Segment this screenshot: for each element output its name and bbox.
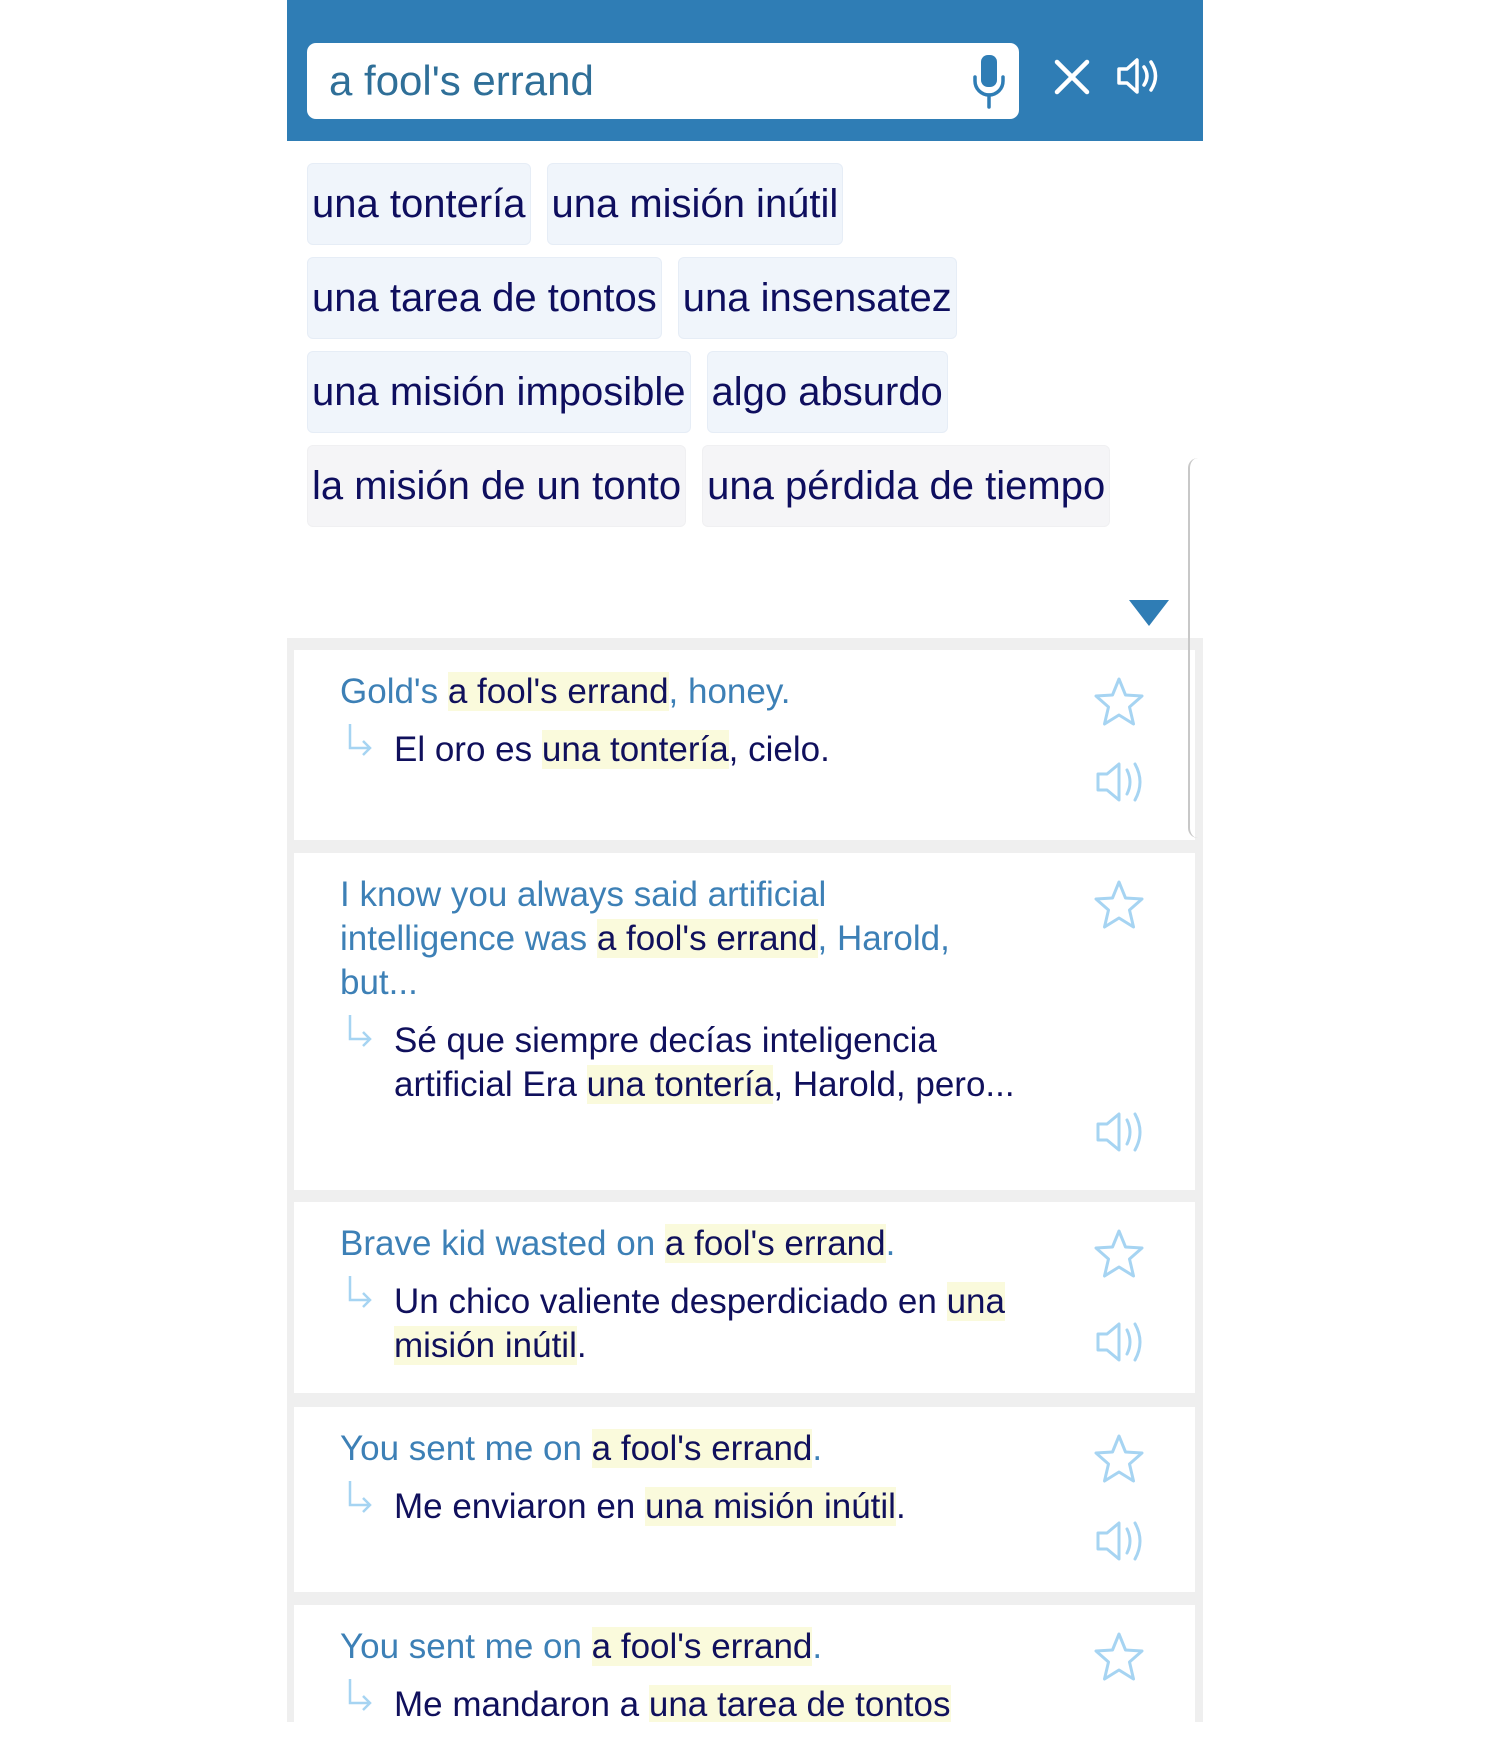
translation-chip[interactable]: una misión imposible <box>307 351 691 433</box>
chip-row: la misión de un tonto una pérdida de tie… <box>307 445 1187 527</box>
speaker-icon[interactable] <box>1094 1108 1150 1156</box>
source-sentence: Brave kid wasted on a fool's errand. <box>340 1222 980 1266</box>
translation-chip[interactable]: una misión inútil <box>546 163 844 245</box>
translation-chips: una tontería una misión inútil una tarea… <box>307 163 1187 539</box>
target-sentence: Sé que siempre decías inteligencia artif… <box>394 1019 1034 1107</box>
sentence-text: Gold's <box>340 672 448 711</box>
scrollbar[interactable] <box>1188 458 1198 838</box>
examples-list: Gold's a fool's errand, honey. El oro es… <box>287 638 1203 1722</box>
highlighted-phrase: una tarea de tontos <box>648 1685 951 1722</box>
sentence-text: , cielo. <box>728 730 830 769</box>
example-card: I know you always said artificial intell… <box>294 853 1195 1190</box>
translation-arrow-icon <box>348 724 372 756</box>
chip-row: una tarea de tontos una insensatez <box>307 257 1187 339</box>
example-card: You sent me on a fool's errand. Me manda… <box>294 1605 1195 1722</box>
triangle-down-icon[interactable] <box>1129 600 1169 626</box>
translation-chip[interactable]: una tontería <box>307 163 531 245</box>
star-icon[interactable] <box>1092 1228 1146 1280</box>
speaker-icon[interactable] <box>1094 1318 1150 1366</box>
chip-row: una misión imposible algo absurdo <box>307 351 1187 433</box>
sentence-text: , honey. <box>668 672 791 711</box>
translation-arrow-icon <box>348 1679 372 1711</box>
translation-chip[interactable]: una insensatez <box>677 257 957 339</box>
target-sentence: Un chico valiente desperdiciado en una m… <box>394 1280 1034 1368</box>
speaker-icon[interactable] <box>1094 1517 1150 1565</box>
highlighted-phrase: a fool's errand <box>447 672 669 711</box>
sentence-text: . <box>895 1487 906 1526</box>
sentence-text: You sent me on <box>340 1429 592 1468</box>
sentence-text: You sent me on <box>340 1627 592 1666</box>
highlighted-phrase: a fool's errand <box>664 1224 886 1263</box>
search-box[interactable] <box>307 43 1019 119</box>
star-icon[interactable] <box>1092 1631 1146 1683</box>
target-sentence: Me mandaron a una tarea de tontos <box>394 1683 1034 1722</box>
chip-row: una tontería una misión inútil <box>307 163 1187 245</box>
sentence-text: . <box>812 1429 823 1468</box>
microphone-icon[interactable] <box>969 53 1009 109</box>
star-icon[interactable] <box>1092 879 1146 931</box>
search-input[interactable] <box>329 43 929 119</box>
sentence-text: Me mandaron a <box>394 1685 649 1722</box>
sentence-text: El oro es <box>394 730 542 769</box>
translation-arrow-icon <box>348 1481 372 1513</box>
star-icon[interactable] <box>1092 1433 1146 1485</box>
sentence-text: , Harold, pero... <box>773 1065 1015 1104</box>
example-card: You sent me on a fool's errand. Me envia… <box>294 1407 1195 1592</box>
sentence-text: . <box>812 1627 823 1666</box>
sentence-text: . <box>885 1224 896 1263</box>
target-sentence: El oro es una tontería, cielo. <box>394 728 1034 772</box>
sentence-text: Me enviaron en <box>394 1487 645 1526</box>
highlighted-phrase: una misión inútil <box>644 1487 896 1526</box>
close-icon[interactable] <box>1051 56 1093 98</box>
translation-chip[interactable]: la misión de un tonto <box>307 445 687 527</box>
header-bar <box>287 0 1203 141</box>
example-card: Brave kid wasted on a fool's errand. Un … <box>294 1202 1195 1393</box>
translation-arrow-icon <box>348 1276 372 1308</box>
target-sentence: Me enviaron en una misión inútil. <box>394 1485 1034 1529</box>
translation-chip[interactable]: algo absurdo <box>706 351 948 433</box>
speaker-icon[interactable] <box>1115 52 1165 100</box>
source-sentence: You sent me on a fool's errand. <box>340 1625 980 1669</box>
translation-chip[interactable]: una tarea de tontos <box>307 257 662 339</box>
sentence-text: Un chico valiente desperdiciado en <box>394 1282 947 1321</box>
highlighted-phrase: a fool's errand <box>596 919 818 958</box>
translation-arrow-icon <box>348 1015 372 1047</box>
example-card: Gold's a fool's errand, honey. El oro es… <box>294 650 1195 840</box>
star-icon[interactable] <box>1092 676 1146 728</box>
sentence-text: Brave kid wasted on <box>340 1224 665 1263</box>
sentence-text: . <box>576 1326 587 1365</box>
highlighted-phrase: a fool's errand <box>591 1627 813 1666</box>
source-sentence: I know you always said artificial intell… <box>340 873 980 1005</box>
highlighted-phrase: una tontería <box>586 1065 774 1104</box>
source-sentence: You sent me on a fool's errand. <box>340 1427 980 1471</box>
speaker-icon[interactable] <box>1094 758 1150 806</box>
source-sentence: Gold's a fool's errand, honey. <box>340 670 980 714</box>
highlighted-phrase: una tontería <box>541 730 729 769</box>
highlighted-phrase: a fool's errand <box>591 1429 813 1468</box>
translation-chip[interactable]: una pérdida de tiempo <box>702 445 1111 527</box>
translator-app: una tontería una misión inútil una tarea… <box>287 0 1203 1722</box>
